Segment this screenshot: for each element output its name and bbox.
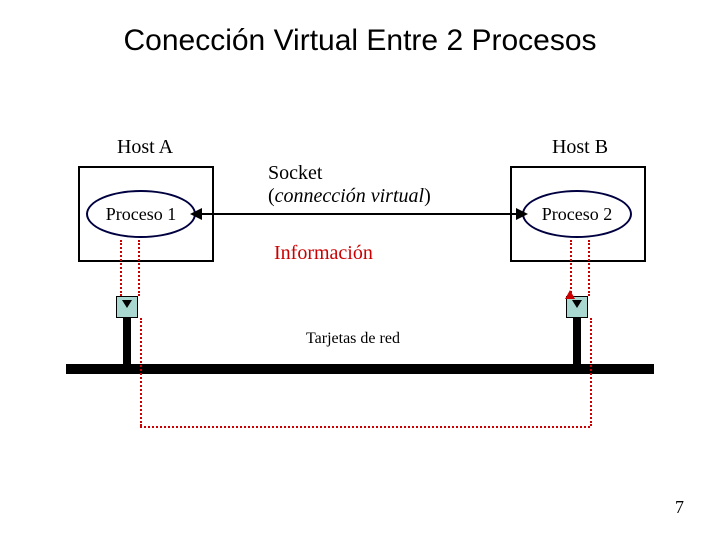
- dotted-path-left-v: [140, 318, 142, 426]
- socket-line2: (connección virtual): [268, 185, 431, 208]
- dotted-b-down-2: [570, 240, 572, 296]
- nic-caption: Tarjetas de red: [306, 330, 400, 348]
- arrow-head-right-icon: [516, 208, 528, 220]
- host-a-label: Host A: [105, 136, 185, 159]
- process-2-label: Proceso 2: [542, 204, 613, 225]
- host-b-label: Host B: [540, 136, 620, 159]
- socket-italic: connección virtual: [275, 185, 424, 207]
- nic-a-leg: [123, 318, 131, 366]
- socket-paren-open: (: [268, 185, 275, 207]
- nic-b-arrow-icon: [572, 300, 582, 308]
- dotted-path-h: [140, 426, 590, 428]
- process-1-label: Proceso 1: [106, 204, 177, 225]
- virtual-connection-line: [200, 213, 518, 215]
- nic-a-arrow-icon: [122, 300, 132, 308]
- information-label: Información: [274, 242, 373, 265]
- slide-title: Conección Virtual Entre 2 Procesos: [0, 24, 720, 58]
- page-number: 7: [675, 497, 684, 518]
- socket-label: Socket (connección virtual): [268, 162, 431, 208]
- process-2: Proceso 2: [522, 190, 632, 238]
- slide: Conección Virtual Entre 2 Procesos Host …: [0, 0, 720, 540]
- socket-paren-close: ): [424, 185, 431, 207]
- socket-line1: Socket: [268, 162, 431, 185]
- dotted-b-down: [588, 240, 590, 296]
- arrow-head-left-icon: [190, 208, 202, 220]
- process-1: Proceso 1: [86, 190, 196, 238]
- dotted-path-right-v: [590, 318, 592, 426]
- dotted-arrow-up-icon: [565, 290, 575, 299]
- dotted-a-down-2: [120, 240, 122, 296]
- nic-b-leg: [573, 318, 581, 366]
- network-bar: [66, 364, 654, 374]
- dotted-a-down: [138, 240, 140, 296]
